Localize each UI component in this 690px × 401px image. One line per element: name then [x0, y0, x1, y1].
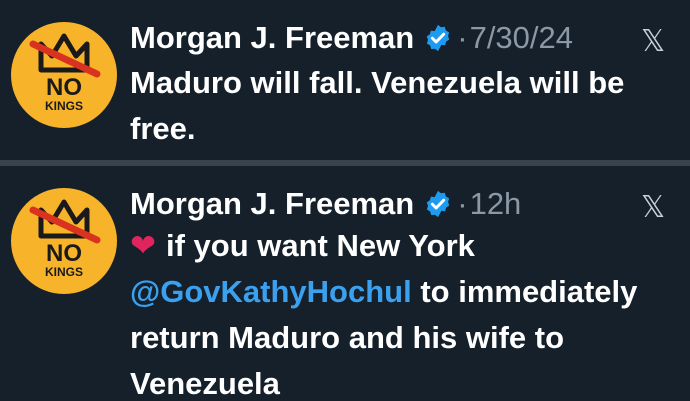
avatar-logo-text-kings: KINGS: [44, 265, 83, 279]
avatar-logo-text-no: NO: [46, 74, 82, 101]
tweet-header: Morgan J. Freeman · 12h: [130, 184, 521, 224]
separator-dot: ·: [457, 20, 468, 55]
tweet-text: Maduro will fall. Venezuela will be free…: [130, 65, 625, 146]
tweet-1[interactable]: NO KINGS Morgan J. Freeman · 7/30/24 𝕏 M…: [0, 0, 690, 160]
heart-emoji-icon: ❤: [130, 228, 156, 264]
separator-dot: ·: [457, 186, 468, 221]
tweet-text: ❤ if you want New York @GovKathyHochul to…: [130, 223, 670, 401]
x-logo-icon[interactable]: 𝕏: [641, 190, 665, 225]
x-logo-icon[interactable]: 𝕏: [641, 24, 665, 59]
mention-link[interactable]: @GovKathyHochul: [130, 274, 412, 309]
tweet-header: Morgan J. Freeman · 7/30/24: [130, 18, 573, 58]
tweet-2[interactable]: NO KINGS Morgan J. Freeman · 12h 𝕏 ❤ if y…: [0, 166, 690, 401]
avatar[interactable]: NO KINGS: [11, 22, 117, 128]
avatar-logo-text-kings: KINGS: [44, 99, 83, 113]
avatar-logo-text-no: NO: [46, 240, 82, 267]
avatar[interactable]: NO KINGS: [11, 188, 117, 294]
tweet-text-before-mention: if you want New York: [165, 228, 475, 263]
verified-badge-icon: [427, 24, 450, 52]
author-name[interactable]: Morgan J. Freeman: [130, 20, 414, 56]
timestamp[interactable]: 12h: [470, 186, 522, 222]
verified-badge-icon: [427, 190, 450, 218]
timestamp[interactable]: 7/30/24: [470, 20, 573, 56]
author-name[interactable]: Morgan J. Freeman: [130, 186, 414, 222]
